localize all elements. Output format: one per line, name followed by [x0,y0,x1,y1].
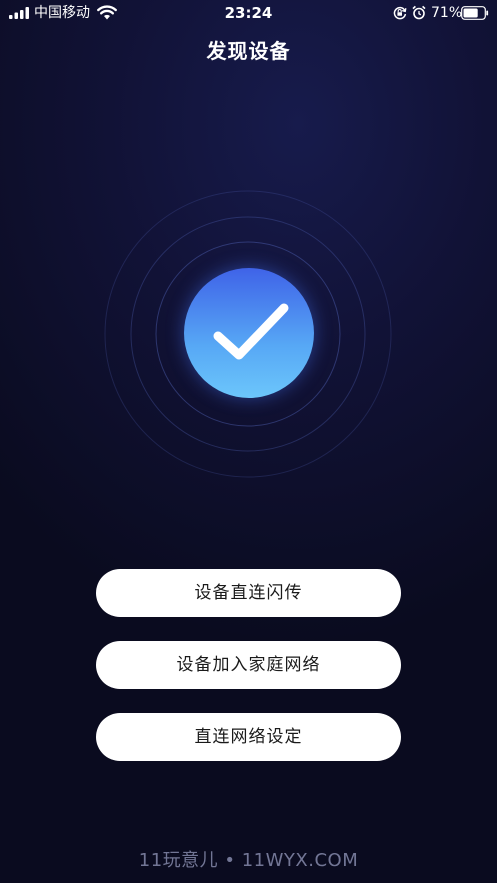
direct-connect-flash-button[interactable]: 设备直连闪传 [96,569,401,617]
battery-icon [461,6,489,20]
status-bar: 中国移动 23:24 71% [0,0,497,26]
page-title: 发现设备 [206,39,291,63]
battery-percentage: 71% [431,5,463,21]
direct-network-settings-button[interactable]: 直连网络设定 [96,713,401,761]
alarm-icon [412,5,426,20]
success-indicator [184,268,314,398]
orientation-lock-icon [393,6,407,20]
checkmark-icon [213,303,289,360]
join-home-network-button[interactable]: 设备加入家庭网络 [96,641,401,689]
watermark: 11玩意儿 • 11WYX.COM [138,850,359,871]
